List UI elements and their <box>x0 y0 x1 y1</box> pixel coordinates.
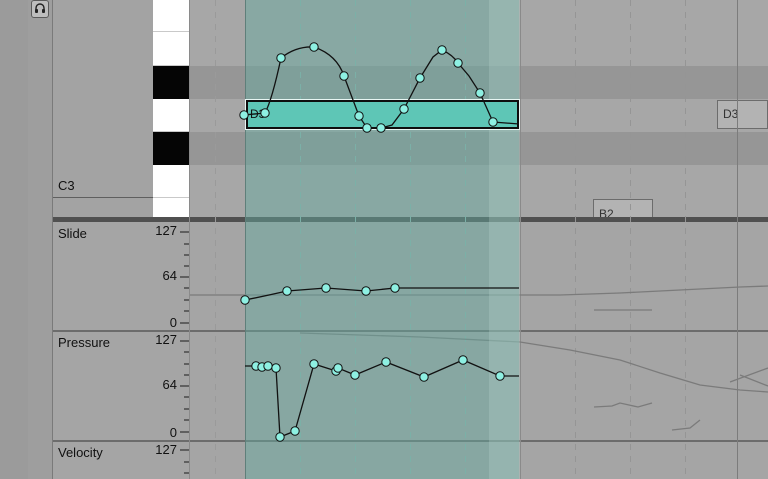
pressure-point <box>309 359 319 369</box>
pitch-bend-point <box>376 123 386 133</box>
slide-point <box>390 283 400 293</box>
pressure-point <box>458 355 468 365</box>
pressure-point <box>381 357 391 367</box>
pressure-curve <box>245 359 519 438</box>
pitch-bend-point <box>354 111 364 121</box>
pressure-point <box>263 361 273 371</box>
pressure-point <box>275 432 285 442</box>
pitch-bend-point <box>339 71 349 81</box>
slide-point <box>240 295 250 305</box>
pitch-bend-point <box>453 58 463 68</box>
pitch-bend-point <box>475 88 485 98</box>
pitch-bend-point <box>239 110 249 120</box>
pitch-bend-point <box>437 45 447 55</box>
slide-point <box>282 286 292 296</box>
slide-point <box>321 283 331 293</box>
pressure-point <box>350 370 360 380</box>
pitch-bend-point <box>260 108 270 118</box>
pressure-point <box>419 372 429 382</box>
slide-point <box>361 286 371 296</box>
envelope-curves[interactable] <box>0 0 768 479</box>
pressure-point <box>290 426 300 436</box>
pitch-bend-point <box>309 42 319 52</box>
pressure-point <box>271 363 281 373</box>
pressure-point <box>495 371 505 381</box>
pitch-bend-point <box>399 104 409 114</box>
pitch-bend-point <box>362 123 372 133</box>
pitch-bend-point <box>276 53 286 63</box>
pressure-point <box>333 363 343 373</box>
pitch-bend-point <box>415 73 425 83</box>
pitch-bend-point <box>488 117 498 127</box>
